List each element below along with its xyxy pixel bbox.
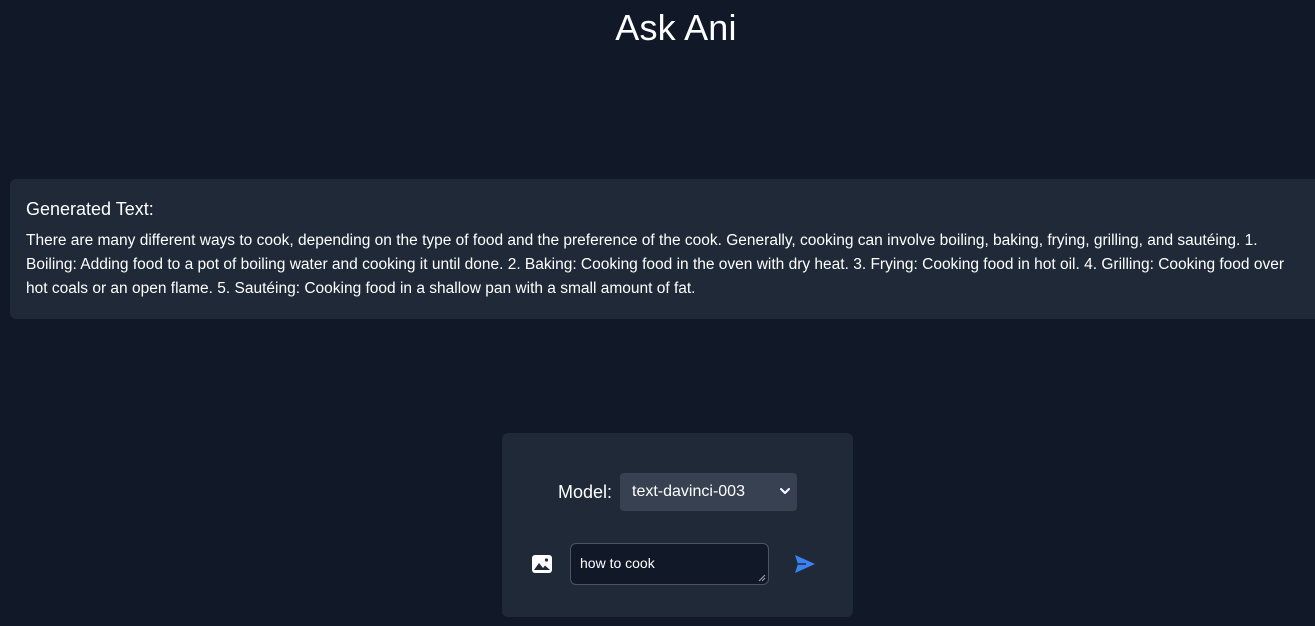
image-icon[interactable] (531, 554, 553, 574)
send-icon[interactable] (794, 554, 816, 574)
prompt-text: how to cook (580, 555, 655, 571)
prompt-panel: Model: text-davinci-003 how to cook (502, 433, 853, 617)
resize-grip-icon[interactable] (758, 574, 766, 582)
chevron-down-icon (780, 488, 791, 494)
model-label: Model: (557, 482, 613, 502)
page-title: Ask Ani (615, 7, 737, 48)
prompt-textarea[interactable]: how to cook (570, 543, 769, 585)
generated-text-card: Generated Text: There are many different… (10, 179, 1315, 319)
app-page: Ask Ani Generated Text: There are many d… (0, 0, 1315, 626)
model-row: Model: text-davinci-003 (502, 473, 853, 511)
prompt-input-row: how to cook (502, 543, 853, 585)
model-select[interactable]: text-davinci-003 (620, 473, 798, 511)
generated-text-body: There are many different ways to cook, d… (26, 232, 1284, 297)
model-select-value: text-davinci-003 (632, 483, 745, 500)
generated-text-heading: Generated Text: (26, 199, 154, 219)
